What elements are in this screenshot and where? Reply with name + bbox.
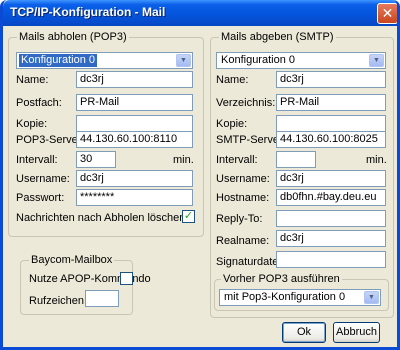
- smtp-username-field[interactable]: dc3rj: [276, 170, 386, 187]
- pop3-legend: Mails abholen (POP3): [17, 31, 129, 43]
- pop3-username-field[interactable]: dc3rj: [76, 170, 193, 187]
- pop3-config-selected: Konfiguration 0: [19, 54, 97, 67]
- pop3-interval-unit: min.: [173, 154, 194, 166]
- pop3-interval-field[interactable]: 30: [76, 151, 116, 168]
- smtp-replyto-label: Reply-To:: [216, 213, 263, 225]
- smtp-hostname-field[interactable]: db0fhn.#bay.deu.eu: [276, 189, 386, 206]
- smtp-copy-label: Kopie:: [216, 118, 248, 130]
- pop3-password-label: Passwort:: [16, 192, 65, 204]
- pop3-server-label: POP3-Server:: [16, 134, 85, 146]
- pop3-copy-field[interactable]: [76, 115, 193, 132]
- smtp-replyto-field[interactable]: [276, 210, 386, 227]
- chevron-down-icon[interactable]: ▼: [176, 54, 191, 67]
- ok-button[interactable]: Ok: [282, 322, 326, 343]
- pop3-mailbox-field[interactable]: PR-Mail: [76, 94, 193, 111]
- smtp-interval-unit: min.: [366, 154, 387, 166]
- smtp-name-field[interactable]: dc3rj: [276, 71, 386, 88]
- smtp-copy-field[interactable]: [276, 115, 386, 132]
- pre-pop3-selected: mit Pop3-Konfiguration 0: [224, 291, 346, 303]
- pop3-name-label: Name:: [16, 74, 49, 86]
- smtp-legend: Mails abgeben (SMTP): [219, 31, 336, 43]
- smtp-directory-field[interactable]: PR-Mail: [276, 94, 386, 111]
- smtp-signature-label: Signaturdatei:: [216, 256, 284, 268]
- smtp-interval-field[interactable]: [276, 151, 316, 168]
- chevron-down-icon[interactable]: ▼: [369, 54, 384, 67]
- pop3-mailbox-label: Postfach:: [16, 97, 62, 109]
- baycom-callsign-label: Rufzeichen:: [29, 295, 88, 307]
- smtp-username-label: Username:: [216, 173, 270, 185]
- smtp-directory-label: Verzeichnis:: [216, 97, 276, 109]
- pre-pop3-select[interactable]: mit Pop3-Konfiguration 0 ▼: [219, 289, 381, 306]
- baycom-callsign-field[interactable]: [85, 290, 119, 307]
- chevron-down-icon[interactable]: ▼: [364, 291, 379, 304]
- smtp-interval-label: Intervall:: [216, 154, 258, 166]
- pop3-username-label: Username:: [16, 173, 70, 185]
- pop3-password-field[interactable]: ********: [76, 189, 193, 206]
- pop3-config-select[interactable]: Konfiguration 0 ▼: [16, 52, 193, 69]
- pop3-delete-checkbox[interactable]: ✓: [182, 210, 195, 223]
- pop3-name-field[interactable]: dc3rj: [76, 71, 193, 88]
- baycom-apop-checkbox[interactable]: [120, 272, 133, 285]
- smtp-hostname-label: Hostname:: [216, 192, 270, 204]
- pop3-delete-label: Nachrichten nach Abholen löschen:: [16, 212, 189, 224]
- pop3-copy-label: Kopie:: [16, 118, 48, 130]
- pop3-server-field[interactable]: 44.130.60.100:8110: [76, 131, 193, 148]
- cancel-button[interactable]: Abbruch: [333, 322, 380, 343]
- window-title: TCP/IP-Konfiguration - Mail: [10, 5, 166, 19]
- smtp-name-label: Name:: [216, 74, 249, 86]
- smtp-config-selected: Konfiguration 0: [221, 54, 295, 66]
- baycom-legend: Baycom-Mailbox: [29, 254, 115, 266]
- smtp-realname-field[interactable]: dc3rj: [276, 230, 386, 247]
- dialog-window: TCP/IP-Konfiguration - Mail ✕ Mails abho…: [0, 0, 400, 350]
- smtp-realname-label: Realname:: [216, 235, 270, 247]
- pre-pop3-legend: Vorher POP3 ausführen: [221, 273, 342, 285]
- close-icon[interactable]: ✕: [377, 3, 397, 24]
- title-bar[interactable]: TCP/IP-Konfiguration - Mail ✕: [3, 0, 397, 26]
- pop3-interval-label: Intervall:: [16, 154, 58, 166]
- smtp-server-field[interactable]: 44.130.60.100:8025: [276, 131, 386, 148]
- smtp-signature-field[interactable]: [276, 251, 386, 268]
- smtp-config-select[interactable]: Konfiguration 0 ▼: [216, 52, 386, 69]
